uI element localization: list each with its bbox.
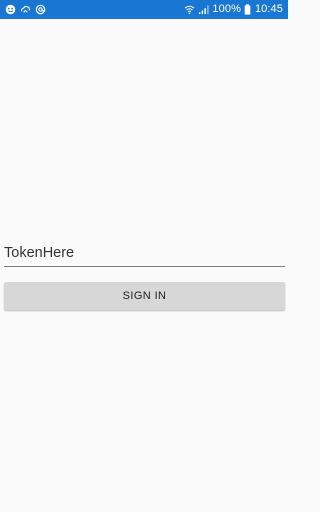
sign-in-button[interactable]: SIGN IN — [4, 282, 285, 310]
face-icon — [5, 4, 16, 15]
token-input-value: TokenHere — [4, 245, 75, 261]
cloud-sync-icon — [20, 4, 31, 15]
wifi-icon — [184, 4, 195, 15]
token-input[interactable]: TokenHere — [4, 243, 285, 267]
app-screen: 100% 10:45 TokenHere SIGN IN — [0, 0, 288, 512]
status-system-icons: 100% 10:45 — [184, 4, 283, 15]
signal-icon — [198, 4, 210, 15]
at-icon — [35, 4, 46, 15]
status-notification-icons — [5, 4, 46, 15]
battery-percent: 100% — [212, 3, 241, 15]
status-bar: 100% 10:45 — [0, 0, 288, 19]
sign-in-button-label: SIGN IN — [122, 290, 167, 302]
battery-icon — [244, 4, 251, 15]
status-time: 10:45 — [254, 3, 283, 15]
